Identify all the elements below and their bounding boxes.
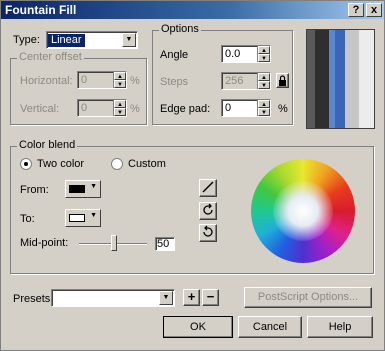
midpoint-slider-thumb[interactable] [111, 235, 117, 251]
color-wheel-center [273, 181, 333, 241]
edge-pad-unit: % [278, 103, 288, 115]
fill-preview[interactable] [306, 29, 375, 129]
horizontal-unit: % [130, 75, 140, 87]
vertical-unit: % [130, 103, 140, 115]
to-color-swatch [69, 214, 85, 222]
preview-band [335, 30, 345, 128]
type-label: Type: [13, 34, 40, 46]
two-color-label: Two color [37, 158, 85, 170]
presets-dropdown[interactable]: ▼ [51, 289, 175, 307]
rotate-ccw-icon [203, 203, 213, 215]
angle-spinner[interactable]: ▲ ▼ [257, 46, 270, 62]
close-button[interactable]: x [366, 3, 382, 17]
type-dropdown[interactable]: Linear ▼ [46, 31, 138, 49]
preview-band [359, 30, 374, 128]
help-title-button[interactable]: ? [348, 3, 364, 17]
chevron-down-icon: ▼ [90, 183, 97, 190]
preview-band [345, 30, 359, 128]
rotate-cw-icon [203, 225, 213, 237]
color-wheel[interactable] [251, 159, 355, 263]
chevron-down-icon: ▼ [159, 291, 173, 305]
vertical-spinner[interactable]: ▲ ▼ [113, 100, 126, 116]
center-offset-legend: Center offset [17, 51, 84, 63]
diagonal-line-icon [202, 181, 214, 193]
lock-icon [279, 75, 286, 86]
vertical-label: Vertical: [20, 103, 60, 115]
dialog-title: Fountain Fill [5, 3, 77, 17]
counterclockwise-blend-button[interactable] [199, 202, 217, 220]
steps-value: 256 [225, 75, 244, 87]
ok-button[interactable]: OK [163, 316, 233, 338]
edge-pad-spinner[interactable]: ▲ ▼ [257, 100, 270, 116]
horizontal-value: 0 [81, 74, 88, 86]
color-blend-legend: Color blend [17, 139, 78, 151]
help-button[interactable]: Help [307, 316, 373, 338]
preview-band [315, 30, 329, 128]
horizontal-label: Horizontal: [20, 75, 73, 87]
direct-blend-button[interactable] [199, 179, 217, 197]
presets-label: Presets: [13, 293, 54, 305]
steps-label: Steps [160, 76, 189, 88]
chevron-down-icon: ▼ [122, 33, 136, 47]
to-label: To: [20, 213, 35, 225]
steps-spinner[interactable]: ▲ ▼ [257, 73, 270, 89]
lock-steps-button[interactable] [276, 73, 289, 88]
from-color-picker[interactable]: ▼ [65, 180, 101, 198]
horizontal-spinner[interactable]: ▲ ▼ [113, 72, 126, 88]
cancel-button[interactable]: Cancel [238, 316, 302, 338]
remove-preset-button[interactable]: − [202, 289, 219, 306]
from-label: From: [20, 184, 49, 196]
fountain-fill-dialog: Fountain Fill ? x Type: Linear ▼ Center … [0, 0, 385, 351]
custom-label: Custom [128, 158, 166, 170]
chevron-down-icon: ▼ [90, 212, 97, 219]
angle-value: 0.0 [225, 48, 241, 60]
custom-radio[interactable] [111, 158, 123, 170]
title-bar: Fountain Fill [1, 1, 384, 19]
clockwise-blend-button[interactable] [199, 224, 217, 242]
type-value: Linear [48, 34, 85, 47]
from-color-swatch [69, 185, 85, 193]
two-color-radio[interactable] [20, 158, 32, 170]
add-preset-button[interactable]: + [183, 289, 200, 306]
midpoint-value: 50 [157, 238, 170, 250]
edge-pad-value: 0 [225, 102, 232, 114]
vertical-value: 0 [81, 102, 88, 114]
midpoint-field[interactable]: 50 [155, 237, 175, 251]
edge-pad-label: Edge pad: [160, 103, 211, 115]
postscript-options-button[interactable]: PostScript Options... [244, 287, 372, 308]
angle-label: Angle [160, 49, 189, 61]
preview-band [307, 30, 315, 128]
midpoint-label: Mid-point: [20, 237, 69, 249]
options-legend: Options [159, 23, 201, 35]
to-color-picker[interactable]: ▼ [65, 209, 101, 227]
